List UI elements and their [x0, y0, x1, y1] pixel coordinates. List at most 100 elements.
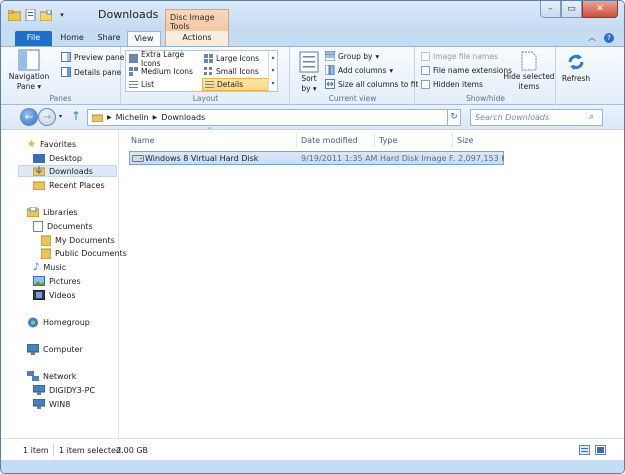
pictures-icon	[33, 276, 45, 286]
folder-icon[interactable]	[7, 8, 21, 22]
table-row[interactable]: Windows 8 Virtual Hard Disk 9/19/2011 1:…	[129, 151, 504, 165]
downloads-folder-icon	[33, 166, 45, 176]
hidden-items-checkbox[interactable]: Hidden items	[421, 80, 483, 89]
nav-pictures[interactable]: Pictures	[33, 275, 81, 287]
address-bar-row: ← → ▾ ↑ ▶ Michelin ▶ Downloads ▾ ↻ Searc…	[1, 105, 624, 129]
collapse-ribbon-icon[interactable]: ︿	[588, 32, 596, 43]
nav-videos[interactable]: Videos	[33, 289, 76, 301]
nav-public-documents[interactable]: Public Documents	[41, 247, 127, 259]
panes-group: Navigation Pane ▾ Preview pane Details p…	[1, 47, 124, 105]
sort-icon	[299, 51, 319, 73]
refresh-button[interactable]: Refresh	[559, 52, 593, 83]
maximize-button[interactable]: ▭	[561, 1, 582, 18]
file-name-extensions-checkbox[interactable]: File name extensions	[421, 66, 512, 75]
breadcrumb-michelin[interactable]: Michelin	[116, 113, 149, 122]
folder-icon	[41, 248, 51, 259]
tab-share[interactable]: Share	[91, 31, 127, 46]
computer-icon	[27, 343, 39, 355]
forward-button[interactable]: →	[38, 108, 56, 126]
layout-small-icons[interactable]: Small Icons	[202, 65, 268, 78]
refresh-address-icon[interactable]: ↻	[447, 109, 461, 126]
nav-recent-places[interactable]: Recent Places	[33, 179, 105, 191]
details-view-icon[interactable]	[579, 445, 590, 455]
nav-downloads[interactable]: Downloads	[18, 165, 117, 177]
desktop-icon	[33, 153, 45, 163]
layout-extra-large-icons[interactable]: Extra Large Icons	[127, 50, 199, 68]
layout-medium-icons[interactable]: Medium Icons	[127, 65, 199, 78]
nav-digidy3-pc[interactable]: DIGIDY3-PC	[33, 384, 95, 396]
computer-icon	[33, 399, 45, 409]
up-arrow-icon[interactable]: ↑	[71, 109, 81, 123]
properties-icon[interactable]	[23, 8, 37, 22]
nav-desktop[interactable]: Desktop	[33, 152, 82, 164]
folder-icon	[41, 235, 51, 246]
layout-group-label: Layout	[192, 94, 219, 103]
help-icon[interactable]: ?	[604, 32, 614, 43]
list-icon	[129, 80, 138, 89]
group-by-button[interactable]: Group by ▾	[325, 51, 379, 61]
address-box[interactable]: ▶ Michelin ▶ Downloads ▾	[87, 109, 461, 126]
recent-locations-icon[interactable]: ▾	[59, 113, 62, 120]
search-icon[interactable]: ⌕	[589, 112, 594, 122]
nav-homegroup[interactable]: Homegroup	[27, 316, 90, 328]
status-bar: 1 item 1 item selected 2.00 GB	[1, 438, 624, 460]
column-header-size[interactable]: Size	[453, 132, 503, 148]
nav-music[interactable]: ♪ Music	[33, 261, 66, 273]
show-hide-group: Image file names File name extensions Hi…	[416, 47, 556, 105]
tab-actions[interactable]: Actions	[165, 31, 229, 46]
details-icon	[205, 80, 214, 89]
group-by-icon	[325, 51, 335, 61]
search-input[interactable]: Search Downloads	[470, 109, 603, 126]
back-button[interactable]: ←	[20, 108, 38, 126]
large-icons-icon	[204, 54, 213, 63]
breadcrumb-downloads[interactable]: Downloads	[161, 113, 205, 122]
large-icons-view-icon[interactable]	[595, 445, 606, 455]
current-view-group-label: Current view	[328, 94, 377, 103]
nav-libraries[interactable]: Libraries	[27, 206, 78, 218]
layout-gallery: Extra Large Icons Large Icons Medium Ico…	[125, 50, 278, 92]
add-columns-button[interactable]: Add columns ▾	[325, 65, 393, 75]
size-columns-icon	[325, 79, 335, 89]
nav-documents[interactable]: Documents	[33, 220, 93, 232]
status-size: 2.00 GB	[116, 446, 149, 455]
layout-group: Extra Large Icons Large Icons Medium Ico…	[122, 47, 290, 105]
nav-computer[interactable]: Computer	[27, 343, 83, 355]
panes-group-label: Panes	[49, 94, 72, 103]
preview-pane-button[interactable]: Preview pane	[61, 52, 124, 62]
window-title: Downloads	[98, 8, 159, 21]
current-view-group: Sort by ▾ Group by ▾ Add columns ▾ Size …	[291, 47, 418, 105]
tab-home[interactable]: Home	[54, 31, 90, 46]
layout-list[interactable]: List	[127, 78, 199, 91]
title-bar: ▾ Downloads Disc Image Tools – ▭ ✕	[1, 1, 624, 32]
status-item-count: 1 item	[23, 446, 49, 455]
layout-details[interactable]: Details	[202, 78, 269, 91]
nav-win8[interactable]: WIN8	[33, 398, 70, 410]
add-columns-icon	[325, 65, 335, 75]
layout-gallery-scroll[interactable]: ▴ ▾ ▾	[268, 51, 277, 91]
virtual-hard-disk-icon	[132, 154, 144, 163]
nav-my-documents[interactable]: My Documents	[41, 234, 115, 246]
nav-network[interactable]: Network	[27, 370, 76, 382]
tab-view[interactable]: View	[127, 31, 161, 46]
hide-selected-items-button[interactable]: Hide selected items	[503, 51, 555, 91]
tab-file[interactable]: File	[15, 31, 52, 46]
navigation-pane-button[interactable]: Navigation Pane ▾	[7, 49, 51, 91]
minimize-button[interactable]: –	[540, 1, 561, 18]
column-header-type[interactable]: Type	[375, 132, 453, 148]
customize-qat-icon[interactable]: ▾	[55, 8, 69, 22]
navigation-pane: ★ Favorites Desktop Downloads Recent Plac…	[1, 130, 127, 439]
size-all-columns-button[interactable]: Size all columns to fit	[325, 79, 418, 89]
image-file-names-checkbox[interactable]: Image file names	[421, 52, 498, 61]
column-header-name[interactable]: Name	[127, 132, 297, 148]
details-pane-button[interactable]: Details pane	[61, 67, 121, 77]
status-selected: 1 item selected	[59, 446, 122, 455]
documents-icon	[33, 220, 43, 232]
network-icon	[27, 370, 39, 382]
close-button[interactable]: ✕	[582, 1, 618, 18]
nav-favorites[interactable]: ★ Favorites	[27, 138, 76, 150]
column-header-date-modified[interactable]: Date modified	[297, 132, 375, 148]
sort-by-button[interactable]: Sort by ▾	[297, 51, 321, 93]
computer-icon	[33, 385, 45, 395]
layout-large-icons[interactable]: Large Icons	[202, 52, 268, 65]
new-folder-icon[interactable]	[39, 8, 53, 22]
